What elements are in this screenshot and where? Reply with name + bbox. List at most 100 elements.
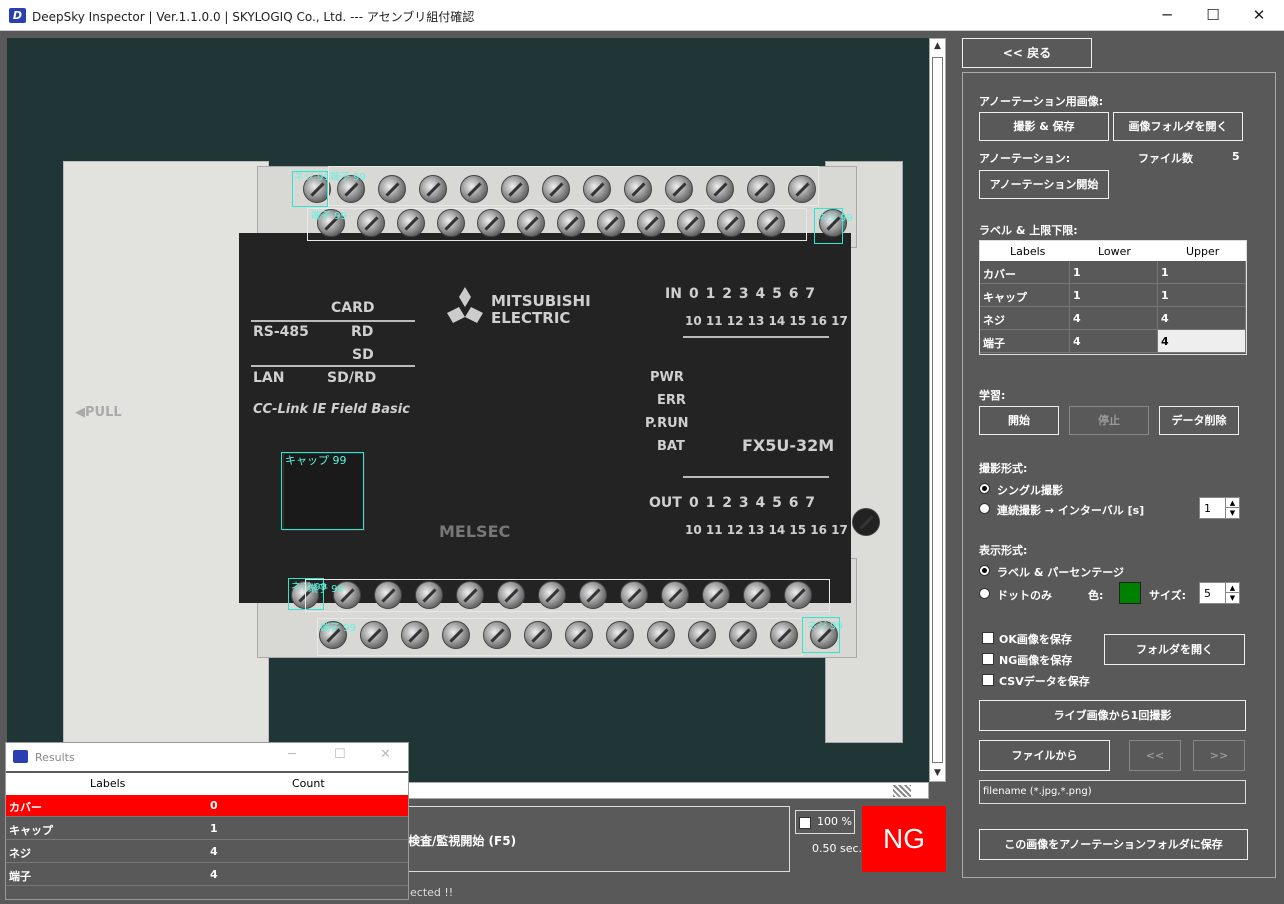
capture-save-button[interactable]: 撮影 & 保存 — [979, 112, 1109, 141]
start-annotation-button[interactable]: アノーテーション開始 — [979, 170, 1109, 199]
results-row[interactable]: 端子 4 — [6, 864, 408, 886]
dot-color-swatch[interactable] — [1119, 582, 1141, 604]
minimize-icon[interactable]: ─ — [288, 747, 296, 762]
results-row[interactable]: カバー 0 — [6, 795, 408, 817]
close-icon[interactable]: ✕ — [380, 747, 391, 762]
row-label: 端子 — [9, 870, 31, 883]
stepper-down-icon[interactable]: ▼ — [1225, 593, 1239, 603]
melsec-label: MELSEC — [439, 522, 511, 541]
cclink-label: CC-Link IE Field Basic — [253, 402, 410, 417]
continuous-capture-label: 連続撮影 → インターバル [s] — [997, 504, 1145, 517]
label-limits-grid[interactable]: Labels Lower Upper カバー 1 1 キャップ 1 1 ネジ 4… — [979, 240, 1247, 355]
results-row[interactable]: ネジ 4 — [6, 841, 408, 863]
out-row-1: 0 1 2 3 4 5 6 7 — [689, 495, 817, 511]
grid-cell-upper[interactable]: 1 — [1158, 284, 1246, 307]
close-button[interactable]: ✕ — [1236, 0, 1282, 31]
grid-cell-lower[interactable]: 4 — [1070, 307, 1158, 330]
label-percent-radio[interactable] — [979, 565, 990, 576]
grid-cell-upper[interactable]: 1 — [1158, 261, 1246, 284]
open-image-folder-button[interactable]: 画像フォルダを開く — [1113, 112, 1243, 141]
row-label: カバー — [9, 801, 42, 814]
size-label: サイズ: — [1149, 589, 1187, 602]
in-label: IN — [665, 286, 682, 302]
out-label: OUT — [649, 495, 682, 511]
results-header: Labels Count — [6, 773, 408, 795]
percent-checkbox[interactable] — [799, 817, 811, 829]
learn-start-button[interactable]: 開始 — [979, 406, 1059, 435]
detection-label: 端子 99 — [311, 211, 347, 222]
grid-cell-lower[interactable]: 4 — [1070, 330, 1158, 353]
stepper-down-icon[interactable]: ▼ — [1225, 508, 1239, 518]
prev-image-button[interactable]: << — [1129, 740, 1181, 771]
scroll-up-icon[interactable]: ▲ — [930, 39, 945, 54]
file-count-label: ファイル数 — [1138, 152, 1193, 165]
stepper-up-icon[interactable]: ▲ — [1225, 498, 1239, 508]
row-label: キャップ — [9, 824, 53, 837]
save-ng-checkbox[interactable] — [982, 653, 994, 665]
stepper-up-icon[interactable]: ▲ — [1225, 583, 1239, 593]
grid-cell-lower[interactable]: 1 — [1070, 261, 1158, 284]
dots-only-radio[interactable] — [979, 588, 990, 599]
size-stepper[interactable]: 5 ▲ ▼ — [1199, 582, 1240, 604]
vertical-scrollbar[interactable]: ▲ ▼ — [929, 38, 946, 782]
dots-only-label: ドットのみ — [997, 589, 1052, 602]
resize-grip[interactable] — [893, 785, 911, 797]
grid-col-upper: Upper — [1186, 245, 1220, 258]
grid-row[interactable]: ネジ 4 4 — [980, 307, 1246, 330]
row-label: ネジ — [9, 847, 31, 860]
inspection-start-label: 検査/監視開始 (F5) — [408, 834, 517, 848]
brand-line-1: MITSUBISHI — [491, 292, 591, 310]
detection-label: ネジ 99 — [817, 213, 853, 224]
results-title-bar[interactable]: Results ─ ☐ ✕ — [6, 743, 408, 771]
save-ng-label: NG画像を保存 — [999, 654, 1073, 667]
detection-box-tanshi — [307, 208, 807, 241]
maximize-button[interactable]: ☐ — [1190, 0, 1236, 31]
grid-header: Labels Lower Upper — [980, 241, 1246, 261]
grid-row[interactable]: 端子 4 4 — [980, 330, 1246, 353]
divider — [683, 476, 829, 478]
grid-cell-lower[interactable]: 1 — [1070, 284, 1158, 307]
results-window[interactable]: Results ─ ☐ ✕ Labels Count カバー 0 キャップ 1 … — [5, 742, 409, 900]
from-file-button[interactable]: ファイルから — [979, 740, 1110, 771]
grid-cell-upper[interactable]: 4 — [1158, 307, 1246, 330]
save-ok-checkbox[interactable] — [982, 632, 994, 644]
model-label: FX5U-32M — [742, 436, 835, 455]
single-capture-radio[interactable] — [979, 483, 990, 494]
in-row-2: 10 11 12 13 14 15 16 17 — [685, 314, 848, 328]
back-button[interactable]: << 戻る — [962, 38, 1092, 68]
rs485-label: RS-485 — [253, 324, 309, 340]
minimize-button[interactable]: ─ — [1144, 0, 1190, 31]
delete-data-button[interactable]: データ削除 — [1159, 406, 1239, 435]
grid-cell-upper-selected[interactable]: 4 — [1158, 330, 1246, 353]
scroll-thumb[interactable] — [932, 57, 943, 763]
maximize-icon[interactable]: ☐ — [334, 747, 346, 762]
grid-col-lower: Lower — [1098, 245, 1131, 258]
continuous-capture-radio[interactable] — [979, 503, 990, 514]
detection-label: 端子 99 — [308, 584, 344, 595]
bat-label: BAT — [657, 439, 685, 454]
color-label: 色: — [1088, 589, 1104, 602]
save-to-annotation-button[interactable]: この画像をアノーテーションフォルダに保存 — [979, 829, 1248, 860]
live-capture-button[interactable]: ライブ画像から1回撮影 — [979, 700, 1246, 731]
row-count: 4 — [210, 845, 218, 858]
interval-stepper[interactable]: 1 ▲ ▼ — [1199, 497, 1240, 519]
sd-label: SD — [352, 347, 374, 363]
next-image-button[interactable]: >> — [1193, 740, 1245, 771]
scroll-down-icon[interactable]: ▼ — [930, 766, 945, 781]
results-row[interactable]: キャップ 1 — [6, 818, 408, 840]
interval-value: 1 — [1204, 502, 1211, 515]
detection-box-tanshi — [328, 166, 819, 206]
grid-row[interactable]: カバー 1 1 — [980, 261, 1246, 284]
detection-box-tanshi — [317, 618, 803, 656]
grid-row[interactable]: キャップ 1 1 — [980, 284, 1246, 307]
file-count-value: 5 — [1232, 150, 1240, 163]
save-csv-checkbox[interactable] — [982, 674, 994, 686]
grid-col-labels: Labels — [1010, 245, 1046, 258]
learn-stop-button[interactable]: 停止 — [1069, 406, 1149, 435]
row-count: 4 — [210, 868, 218, 881]
pull-label: ◀PULL — [75, 405, 122, 420]
divider — [251, 365, 415, 367]
inspection-image-viewer[interactable]: ◀PULL CARD RS-485 RD SD LAN SD/RD CC-Lin… — [7, 38, 929, 782]
open-folder-button[interactable]: フォルダを開く — [1104, 634, 1245, 665]
filename-field[interactable]: filename (*.jpg,*.png) — [979, 780, 1246, 804]
